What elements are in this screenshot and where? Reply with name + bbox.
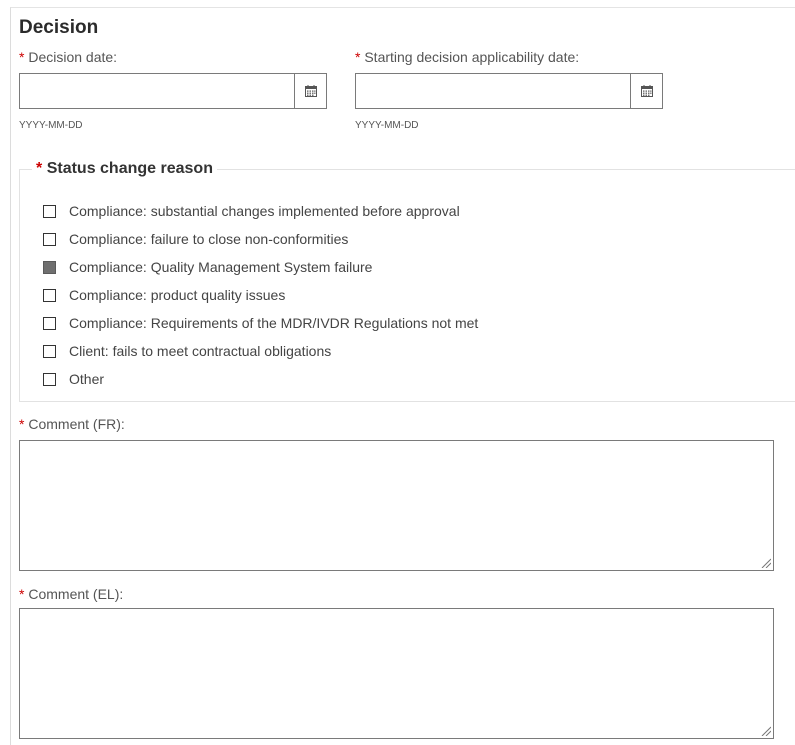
reason-checkbox[interactable] xyxy=(43,288,56,302)
comment-el-textarea[interactable] xyxy=(20,609,773,738)
reason-option[interactable]: Client: fails to meet contractual obliga… xyxy=(43,342,331,360)
applicability-date-format-hint: YYYY-MM-DD xyxy=(355,120,419,131)
comment-fr-label: * Comment (FR): xyxy=(19,416,125,432)
comment-fr-box xyxy=(19,440,774,571)
comment-fr-textarea[interactable] xyxy=(20,441,773,570)
applicability-date-label-text: Starting decision applicability date: xyxy=(364,49,580,65)
reason-option-label: Other xyxy=(69,371,105,387)
reason-checkbox[interactable] xyxy=(43,372,56,386)
required-marker: * xyxy=(36,160,43,177)
comment-el-label: * Comment (EL): xyxy=(19,586,123,602)
reason-option[interactable]: Other xyxy=(43,370,104,388)
reason-option-label: Client: fails to meet contractual obliga… xyxy=(69,343,332,359)
applicability-date-calendar-button[interactable] xyxy=(630,74,662,108)
reason-option[interactable]: Compliance: Requirements of the MDR/IVDR… xyxy=(43,314,478,332)
reason-option[interactable]: Compliance: product quality issues xyxy=(43,286,285,304)
reason-checkbox[interactable] xyxy=(43,316,56,330)
applicability-date-field xyxy=(355,73,663,109)
comment-el-label-text: Comment (EL): xyxy=(28,586,124,602)
required-marker: * xyxy=(355,49,361,65)
required-marker: * xyxy=(19,49,25,65)
decision-date-input[interactable] xyxy=(20,74,326,108)
reason-checkbox[interactable] xyxy=(43,344,56,358)
reason-option-label: Compliance: failure to close non-conform… xyxy=(69,231,349,247)
calendar-icon xyxy=(304,85,317,97)
resize-handle-icon[interactable] xyxy=(761,726,771,736)
resize-handle-icon[interactable] xyxy=(761,558,771,568)
section-title: Decision xyxy=(19,17,99,38)
status-change-reason-group: * Status change reason Compliance: subst… xyxy=(19,160,795,402)
reason-checkbox[interactable] xyxy=(43,232,56,246)
reason-checkbox-checked[interactable] xyxy=(43,260,56,274)
calendar-icon xyxy=(640,85,653,97)
reason-option-label: Compliance: Requirements of the MDR/IVDR… xyxy=(69,315,479,331)
decision-date-field xyxy=(19,73,327,109)
comment-fr-label-text: Comment (FR): xyxy=(28,416,125,432)
applicability-date-label: * Starting decision applicability date: xyxy=(355,49,579,65)
decision-date-label-text: Decision date: xyxy=(28,49,118,65)
reason-option[interactable]: Compliance: Quality Management System fa… xyxy=(43,258,372,276)
required-marker: * xyxy=(19,416,25,432)
applicability-date-input[interactable] xyxy=(356,74,662,108)
decision-date-calendar-button[interactable] xyxy=(294,74,326,108)
reason-option[interactable]: Compliance: substantial changes implemen… xyxy=(43,202,460,220)
reason-checkbox[interactable] xyxy=(43,204,56,218)
reason-option-label: Compliance: product quality issues xyxy=(69,287,286,303)
reason-option-label: Compliance: substantial changes implemen… xyxy=(69,203,460,219)
reason-option-label: Compliance: Quality Management System fa… xyxy=(69,259,373,275)
reason-option[interactable]: Compliance: failure to close non-conform… xyxy=(43,230,348,248)
decision-date-label: * Decision date: xyxy=(19,49,117,65)
status-change-reason-legend-text: Status change reason xyxy=(46,160,213,177)
status-change-reason-legend: * Status change reason xyxy=(32,160,217,178)
comment-el-box xyxy=(19,608,774,739)
required-marker: * xyxy=(19,586,25,602)
decision-date-format-hint: YYYY-MM-DD xyxy=(19,120,83,131)
